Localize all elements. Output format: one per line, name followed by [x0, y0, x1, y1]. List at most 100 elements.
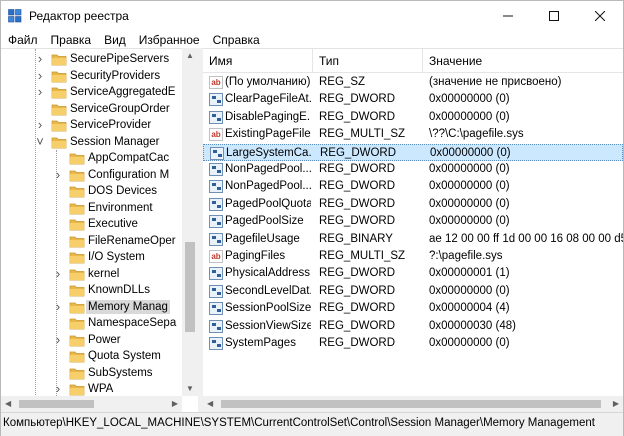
registry-value-row[interactable]: LargeSystemCa... REG_DWORD 0x00000000 (0)	[203, 143, 623, 161]
value-data: 0x00000000 (0)	[430, 146, 511, 159]
menu-help[interactable]: Справка	[206, 31, 266, 49]
tree-item[interactable]: ˅ Session Manager	[1, 134, 182, 151]
column-header-value[interactable]: Значение	[423, 49, 623, 73]
value-name: SystemPages	[225, 337, 296, 349]
tree-item[interactable]: SubSystems	[1, 365, 182, 382]
chevron-right-icon[interactable]: ›	[53, 333, 63, 346]
folder-icon	[51, 54, 67, 66]
tree-item-label: FileRenameOper	[88, 234, 176, 247]
menu-favorites[interactable]: Избранное	[132, 31, 206, 49]
tree-horizontal-scrollbar[interactable]: ◀ ▶	[1, 396, 182, 412]
minimize-button[interactable]	[485, 1, 531, 31]
menu-file[interactable]: Файл	[1, 31, 44, 49]
registry-value-row[interactable]: NonPagedPool... REG_DWORD 0x00000000 (0)	[203, 161, 623, 178]
tree-item[interactable]: NamespaceSepa	[1, 315, 182, 332]
chevron-right-icon[interactable]: ›	[53, 300, 63, 313]
chevron-right-icon[interactable]: ›	[53, 168, 63, 181]
tree-item-label: Session Manager	[70, 135, 160, 148]
tree-item[interactable]: › ServiceAggregatedE	[1, 84, 182, 101]
menu-bar: Файл Правка Вид Избранное Справка	[1, 31, 623, 49]
tree-item[interactable]: › kernel	[1, 266, 182, 283]
binary-icon	[209, 284, 223, 298]
tree-item[interactable]: KnownDLLs	[1, 282, 182, 299]
scroll-down-icon[interactable]: ▼	[186, 384, 194, 393]
chevron-right-icon[interactable]: ›	[53, 267, 63, 280]
chevron-right-icon[interactable]: ›	[35, 85, 45, 98]
scroll-thumb[interactable]	[185, 242, 195, 332]
scroll-right-icon[interactable]: ▶	[172, 399, 178, 408]
value-name: PhysicalAddress...	[225, 267, 311, 280]
tree-item[interactable]: FileRenameOper	[1, 233, 182, 250]
registry-key-tree[interactable]: › SecurePipeServers › SecurityProviders › Ser…	[1, 48, 198, 412]
tree-item[interactable]: › ServiceProvider	[1, 117, 182, 134]
scroll-thumb[interactable]	[221, 400, 601, 408]
chevron-down-icon[interactable]: ˅	[35, 135, 45, 148]
title-bar[interactable]: Редактор реестра	[1, 1, 623, 31]
value-data: 0x00000000 (0)	[429, 197, 510, 210]
tree-item[interactable]: › SecurityProviders	[1, 68, 182, 85]
scroll-thumb[interactable]	[19, 400, 94, 408]
registry-value-row[interactable]: PagedPoolSize REG_DWORD 0x00000000 (0)	[203, 213, 623, 230]
tree-item[interactable]: Quota System	[1, 348, 182, 365]
tree-item[interactable]: › SecurePipeServers	[1, 51, 182, 68]
column-header-name[interactable]: Имя	[203, 49, 313, 73]
registry-value-row[interactable]: SessionViewSize REG_DWORD 0x00000030 (48)	[203, 318, 623, 335]
registry-value-row[interactable]: PhysicalAddress... REG_DWORD 0x00000001 (1…	[203, 265, 623, 282]
tree-item[interactable]: ServiceGroupOrder	[1, 101, 182, 118]
value-name: LargeSystemCa...	[226, 146, 312, 159]
menu-view[interactable]: Вид	[97, 31, 132, 49]
value-type: REG_DWORD	[319, 302, 396, 315]
registry-value-row[interactable]: ClearPageFileAt... REG_DWORD 0x00000000 (0…	[203, 91, 623, 108]
tree-item-label: DOS Devices	[88, 185, 158, 197]
tree-item[interactable]: Executive	[1, 216, 182, 233]
folder-icon	[69, 186, 85, 198]
tree-item[interactable]: › Memory Manag	[1, 299, 182, 316]
column-header-type[interactable]: Тип	[313, 49, 423, 73]
registry-value-row[interactable]: ab ExistingPageFiles REG_MULTI_SZ \??\C:\pa…	[203, 126, 623, 143]
binary-icon	[209, 163, 223, 176]
tree-item[interactable]: AppCompatCac	[1, 150, 182, 167]
scroll-left-icon[interactable]: ◀	[5, 399, 11, 408]
tree-item[interactable]: I/O System	[1, 249, 182, 266]
chevron-right-icon[interactable]: ›	[35, 52, 45, 65]
tree-item[interactable]: Environment	[1, 200, 182, 217]
close-button[interactable]	[577, 1, 623, 31]
registry-value-row[interactable]: SystemPages REG_DWORD 0x00000000 (0)	[203, 335, 623, 352]
registry-value-row[interactable]: DisablePagingE... REG_DWORD 0x00000000 (0)	[203, 109, 623, 126]
chevron-right-icon[interactable]: ›	[53, 382, 63, 395]
registry-value-row[interactable]: PagefileUsage REG_BINARY ae 12 00 00 ff 1d…	[203, 231, 623, 248]
folder-icon	[69, 384, 85, 396]
value-name: SessionViewSize	[225, 319, 311, 332]
tree-vertical-scrollbar[interactable]: ▲ ▼	[182, 48, 198, 396]
binary-icon	[209, 232, 223, 246]
tree-item-label: Environment	[88, 201, 153, 214]
tree-item[interactable]: › Configuration M	[1, 167, 182, 184]
chevron-right-icon[interactable]: ›	[35, 69, 45, 82]
string-value-icon: ab	[209, 128, 223, 142]
value-type: REG_MULTI_SZ	[319, 250, 406, 262]
value-data: 0x00000000 (0)	[429, 215, 510, 228]
tree-item-label: kernel	[88, 267, 120, 280]
list-horizontal-scrollbar[interactable]: ◀ ▶	[203, 396, 623, 412]
registry-values-list: Имя Тип Значение ab (По умолчанию) REG_SZ(…	[203, 48, 623, 412]
registry-value-row[interactable]: ab (По умолчанию) REG_SZ (значение не присв…	[203, 74, 623, 91]
value-type: REG_DWORD	[319, 197, 396, 210]
scroll-up-icon[interactable]: ▲	[186, 51, 194, 60]
scroll-left-icon[interactable]: ◀	[207, 399, 213, 408]
value-data: 0x00000000 (0)	[429, 163, 510, 175]
chevron-right-icon[interactable]: ›	[35, 118, 45, 131]
tree-item-label: NamespaceSepa	[88, 317, 177, 329]
scroll-right-icon[interactable]: ▶	[613, 399, 619, 408]
value-type: REG_DWORD	[319, 215, 396, 228]
menu-edit[interactable]: Правка	[44, 31, 98, 49]
status-path: Компьютер\HKEY_LOCAL_MACHINE\SYSTEM\Curr…	[3, 417, 595, 429]
registry-value-row[interactable]: ab PagingFiles REG_MULTI_SZ ?:\pagefile.sys	[203, 248, 623, 265]
registry-value-row[interactable]: SecondLevelDat... REG_DWORD 0x00000000 (0)	[203, 283, 623, 300]
maximize-button[interactable]	[531, 1, 577, 31]
registry-value-row[interactable]: PagedPoolQuota REG_DWORD 0x00000000 (0)	[203, 196, 623, 213]
registry-value-row[interactable]: SessionPoolSize REG_DWORD 0x00000004 (4)	[203, 300, 623, 317]
registry-value-row[interactable]: NonPagedPool... REG_DWORD 0x00000000 (0)	[203, 178, 623, 195]
tree-item[interactable]: DOS Devices	[1, 183, 182, 200]
binary-value-icon	[209, 197, 223, 211]
tree-item[interactable]: › Power	[1, 332, 182, 349]
